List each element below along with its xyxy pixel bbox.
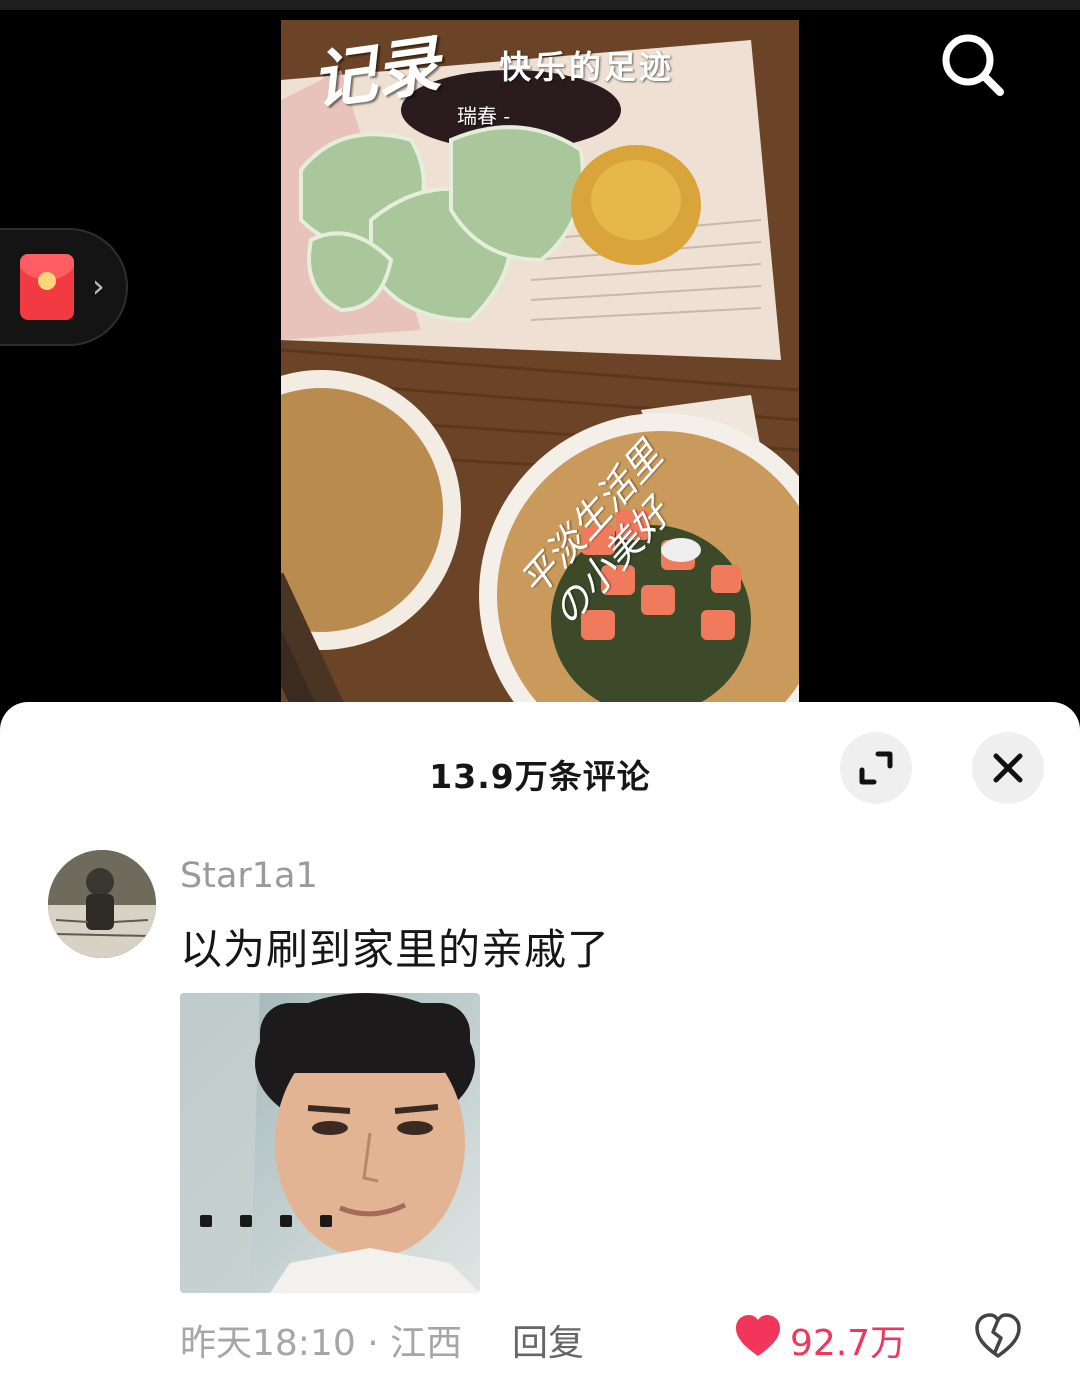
video-overlay-title: 记录	[307, 27, 445, 120]
comment-image[interactable]	[180, 993, 480, 1293]
search-icon	[942, 34, 1004, 96]
comments-sheet: 13.9万条评论 Star1a1 以为刷到家里的亲戚了 昨天18:10 · 江西…	[0, 702, 1080, 1388]
close-icon	[993, 753, 1023, 783]
expand-button[interactable]	[840, 732, 912, 804]
comment-username[interactable]: Star1a1	[180, 856, 318, 896]
video-player[interactable]: 记录 快乐的足迹 瑞春 - 平淡生活里 の小美好	[0, 10, 1080, 712]
red-packet-icon	[20, 254, 74, 320]
comment-text: 以为刷到家里的亲戚了	[180, 925, 611, 974]
heart-icon	[736, 1315, 780, 1356]
broken-heart-icon	[975, 1313, 1021, 1358]
dislike-button[interactable]	[974, 1312, 1022, 1360]
expand-icon	[859, 751, 893, 785]
video-frame[interactable]: 记录 快乐的足迹 瑞春 - 平淡生活里 の小美好	[281, 20, 799, 712]
avatar[interactable]	[48, 850, 156, 958]
comments-count-title: 13.9万条评论	[429, 757, 651, 796]
food-photo	[281, 20, 799, 712]
search-button[interactable]	[936, 28, 1010, 102]
like-count: 92.7万	[790, 1323, 907, 1364]
avatar-image	[48, 850, 156, 958]
chevron-right-icon: ›	[92, 267, 105, 305]
comment-time-location: 昨天18:10 · 江西	[180, 1323, 463, 1364]
like-button[interactable]	[734, 1314, 782, 1358]
close-button[interactable]	[972, 732, 1044, 804]
reply-button[interactable]: 回复	[512, 1314, 584, 1366]
video-overlay-subtitle: 快乐的足迹	[499, 48, 675, 86]
comment-photo	[180, 993, 480, 1293]
video-overlay-small: 瑞春 -	[457, 104, 511, 128]
status-bar	[0, 0, 1080, 10]
red-packet-widget[interactable]: ›	[0, 228, 128, 346]
